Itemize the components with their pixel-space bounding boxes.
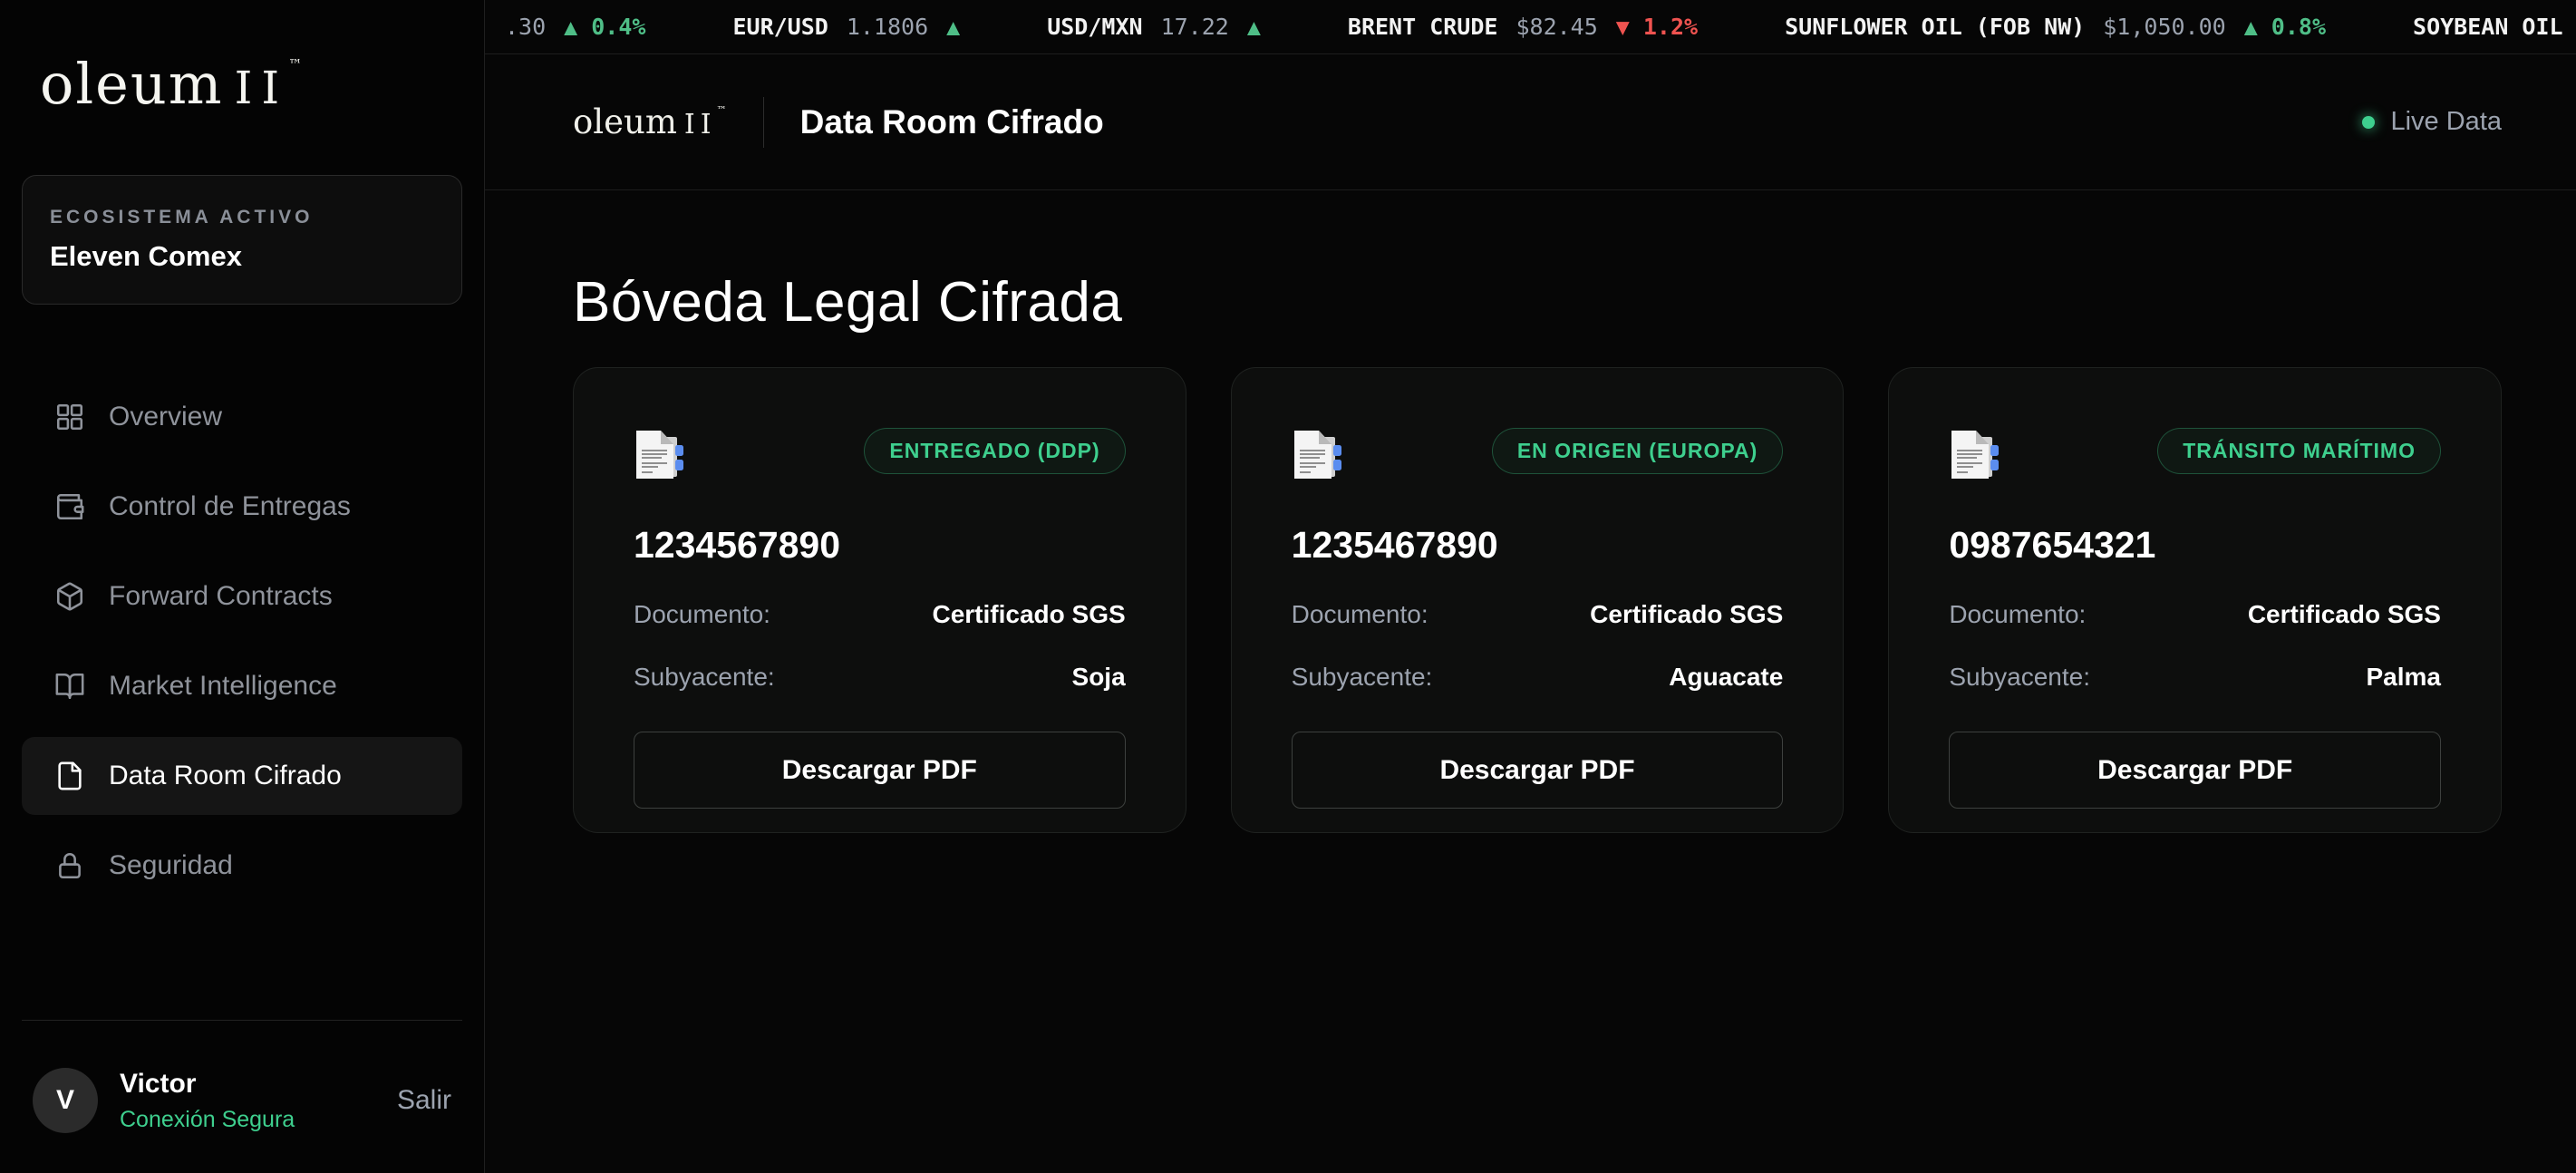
ticker-symbol: USD/MXN xyxy=(1047,14,1142,40)
live-data-indicator: Live Data xyxy=(2362,107,2502,137)
status-badge: ENTREGADO (DDP) xyxy=(864,428,1125,474)
open-book-icon xyxy=(54,671,85,702)
download-pdf-button[interactable]: Descargar PDF xyxy=(1949,732,2441,809)
ticker-price: $82.45 xyxy=(1516,14,1597,40)
ticker-price: 17.22 xyxy=(1161,14,1229,40)
secure-connection-status: Conexión Segura xyxy=(120,1107,295,1133)
sidebar-item-label: Data Room Cifrado xyxy=(109,761,342,791)
ticker-change: ▼ 1.2% xyxy=(1616,14,1698,40)
main-content: Bóveda Legal Cifrada ENTREGADO (DDP) 123… xyxy=(485,190,2576,1173)
header-divider xyxy=(763,97,764,148)
sidebar-footer: V Victor Conexión Segura Salir xyxy=(22,1020,462,1173)
ticker-change: ▲ xyxy=(946,14,960,40)
download-pdf-button[interactable]: Descargar PDF xyxy=(1292,732,1784,809)
ticker-symbol: EUR/USD xyxy=(732,14,828,40)
ecosystem-name: Eleven Comex xyxy=(50,240,434,273)
ticker-item: USD/MXN 17.22 ▲ xyxy=(1047,14,1261,40)
wallet-icon xyxy=(54,491,85,522)
page-title: Data Room Cifrado xyxy=(800,103,1104,141)
ticker-item: BRENT CRUDE $82.45 ▼ 1.2% xyxy=(1348,14,1698,40)
ecosystem-label: ECOSISTEMA ACTIVO xyxy=(50,207,434,228)
document-value: Certificado SGS xyxy=(2248,600,2441,629)
document-card: TRÁNSITO MARÍTIMO 0987654321 Documento: … xyxy=(1888,367,2502,833)
bookmark-tabs-icon xyxy=(1292,428,1342,482)
file-icon xyxy=(54,761,85,791)
document-card-grid: ENTREGADO (DDP) 1234567890 Documento: Ce… xyxy=(573,367,2502,833)
ticker-item: .30 ▲ 0.4% xyxy=(487,14,645,40)
sidebar-item-data-room-cifrado[interactable]: Data Room Cifrado xyxy=(22,737,462,815)
lock-icon xyxy=(54,850,85,881)
underlying-value: Palma xyxy=(2367,663,2442,692)
status-badge: EN ORIGEN (EUROPA) xyxy=(1492,428,1783,474)
user-info: Victor Conexión Segura xyxy=(120,1069,295,1133)
sidebar-item-label: Market Intelligence xyxy=(109,671,337,702)
underlying-label: Subyacente: xyxy=(634,663,775,692)
logo-wordmark: oleum xyxy=(40,51,224,117)
ticker-price: $1,050.00 xyxy=(2103,14,2225,40)
ticker-price: 1.1806 xyxy=(847,14,928,40)
underlying-value: Soja xyxy=(1072,663,1126,692)
contract-number: 1234567890 xyxy=(634,524,1126,567)
sidebar: oleumII™ ECOSISTEMA ACTIVO Eleven Comex … xyxy=(0,0,485,1173)
document-card: ENTREGADO (DDP) 1234567890 Documento: Ce… xyxy=(573,367,1186,833)
bookmark-tabs-icon xyxy=(634,428,684,482)
sidebar-item-control-de-entregas[interactable]: Control de Entregas xyxy=(22,468,462,546)
live-data-label: Live Data xyxy=(2390,107,2502,137)
grid-icon xyxy=(54,402,85,432)
logo-suffix: II xyxy=(235,62,289,114)
document-value: Certificado SGS xyxy=(1590,600,1783,629)
sidebar-item-forward-contracts[interactable]: Forward Contracts xyxy=(22,557,462,635)
logo-suffix: II xyxy=(684,109,717,141)
status-badge: TRÁNSITO MARÍTIMO xyxy=(2157,428,2441,474)
sidebar-item-label: Control de Entregas xyxy=(109,491,351,522)
ticker-change: ▲ 0.4% xyxy=(564,14,645,40)
page-header: oleumII™ Data Room Cifrado Live Data xyxy=(485,54,2576,190)
app-logo: oleumII™ xyxy=(22,51,462,117)
sidebar-item-overview[interactable]: Overview xyxy=(22,378,462,456)
sidebar-item-label: Seguridad xyxy=(109,850,233,881)
ticker-item: SUNFLOWER OIL (FOB NW) $1,050.00 ▲ 0.8% xyxy=(1785,14,2326,40)
document-card: EN ORIGEN (EUROPA) 1235467890 Documento:… xyxy=(1231,367,1845,833)
underlying-label: Subyacente: xyxy=(1292,663,1433,692)
sidebar-item-market-intelligence[interactable]: Market Intelligence xyxy=(22,647,462,725)
document-label: Documento: xyxy=(1292,600,1428,629)
document-label: Documento: xyxy=(634,600,770,629)
ticker-symbol: SUNFLOWER OIL (FOB NW) xyxy=(1785,14,2085,40)
contract-number: 1235467890 xyxy=(1292,524,1784,567)
ticker-price: .30 xyxy=(505,14,546,40)
document-value: Certificado SGS xyxy=(932,600,1125,629)
vault-title: Bóveda Legal Cifrada xyxy=(573,270,2502,334)
sidebar-item-label: Overview xyxy=(109,402,222,432)
sidebar-item-seguridad[interactable]: Seguridad xyxy=(22,827,462,905)
trademark-symbol: ™ xyxy=(288,56,302,73)
cube-icon xyxy=(54,581,85,612)
sidebar-nav: Overview Control de Entregas Forward Con… xyxy=(22,378,462,905)
ticker-item: EUR/USD 1.1806 ▲ xyxy=(732,14,960,40)
active-ecosystem-card: ECOSISTEMA ACTIVO Eleven Comex xyxy=(22,175,462,305)
live-dot-icon xyxy=(2362,116,2375,129)
logout-button[interactable]: Salir xyxy=(397,1085,451,1116)
document-label: Documento: xyxy=(1949,600,2086,629)
ticker-change: ▲ xyxy=(1247,14,1261,40)
underlying-label: Subyacente: xyxy=(1949,663,2090,692)
trademark-symbol: ™ xyxy=(717,104,727,116)
user-name: Victor xyxy=(120,1069,295,1100)
header-logo: oleumII™ xyxy=(573,102,727,141)
bookmark-tabs-icon xyxy=(1949,428,2000,482)
ticker-change: ▲ 0.8% xyxy=(2244,14,2326,40)
logo-wordmark: oleum xyxy=(573,102,677,141)
ticker-symbol: BRENT CRUDE xyxy=(1348,14,1498,40)
ticker-item: SOYBEAN OIL xyxy=(2413,14,2576,40)
contract-number: 0987654321 xyxy=(1949,524,2441,567)
sidebar-item-label: Forward Contracts xyxy=(109,581,333,612)
download-pdf-button[interactable]: Descargar PDF xyxy=(634,732,1126,809)
avatar: V xyxy=(33,1068,98,1133)
ticker-symbol: SOYBEAN OIL xyxy=(2413,14,2563,40)
underlying-value: Aguacate xyxy=(1669,663,1783,692)
